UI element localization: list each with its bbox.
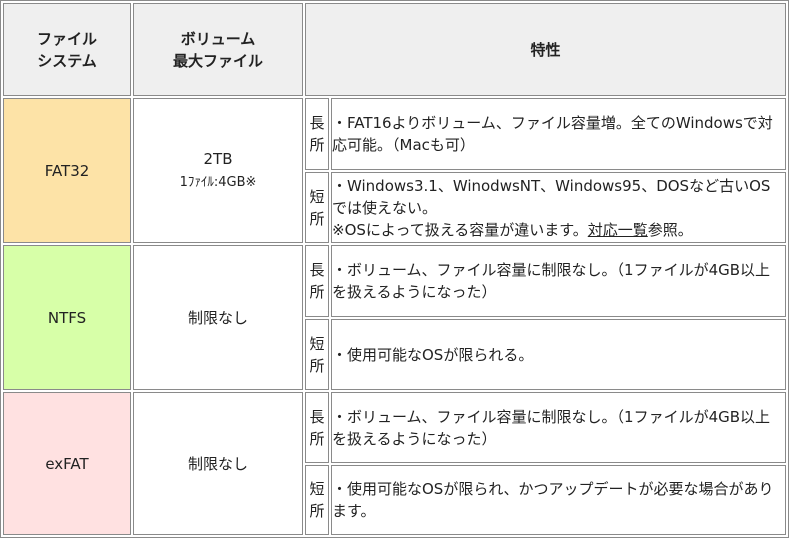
demerit-label-2: 所: [309, 502, 325, 520]
demerit-label-1: 短: [309, 480, 325, 498]
header-row: ファイル システム ボリューム 最大ファイル 特性: [3, 3, 786, 96]
header-volume: ボリューム 最大ファイル: [133, 3, 303, 96]
header-volume-line1: ボリューム: [180, 29, 256, 48]
header-volume-line2: 最大ファイル: [172, 51, 263, 70]
merit-label-1: 長: [309, 407, 325, 426]
volume-limit: 制限なし: [133, 392, 303, 535]
header-filesystem-line1: ファイル: [36, 29, 97, 48]
header-filesystem: ファイル システム: [3, 3, 131, 96]
table-row: NTFS 制限なし 長 所 ・ボリューム、ファイル容量に制限なし。（1ファイルが…: [3, 245, 786, 390]
filesystem-name: exFAT: [3, 392, 131, 535]
demerit-text: ・使用可能なOSが限られ、かつアップデートが必要な場合があります。: [331, 465, 786, 535]
merit-label-1: 長: [309, 114, 325, 132]
merit-label: 長 所: [305, 392, 329, 463]
header-features: 特性: [305, 3, 786, 96]
merit-text: ・FAT16よりボリューム、ファイル容量増。全てのWindowsで対応可能。（M…: [331, 98, 786, 170]
filesystem-name: NTFS: [3, 245, 131, 390]
demerit-text-b: ※OSによって扱える容量が違います。: [332, 220, 588, 239]
demerit-label: 短 所: [305, 465, 329, 535]
demerit-label: 短 所: [305, 319, 329, 390]
merit-label-2: 所: [309, 283, 325, 301]
demerit-label-2: 所: [309, 356, 325, 375]
demerit-text: ・Windows3.1、WinodwsNT、Windows95、DOSなど古いO…: [331, 172, 786, 243]
demerit-text: ・使用可能なOSが限られる。: [331, 319, 786, 390]
demerit-text-a: ・Windows3.1、WinodwsNT、Windows95、DOSなど古いO…: [332, 176, 771, 217]
table-row: FAT32 2TB 1ﾌｧｲﾙ:4GB※ 長 所 ・FAT16よりボリューム、フ…: [3, 98, 786, 243]
volume-value: 2TB: [203, 149, 233, 168]
volume-limit: 制限なし: [133, 245, 303, 390]
merit-label: 長 所: [305, 245, 329, 317]
compatibility-list-link[interactable]: 対応一覧: [588, 221, 648, 239]
demerit-label-1: 短: [309, 187, 325, 206]
demerit-label-1: 短: [309, 334, 325, 353]
file-size-limit: 1ﾌｧｲﾙ:4GB※: [179, 174, 257, 190]
demerit-label-2: 所: [309, 209, 325, 228]
merit-label: 長 所: [305, 98, 329, 170]
merit-label-1: 長: [309, 261, 325, 279]
filesystem-name: FAT32: [3, 98, 131, 243]
merit-text: ・ボリューム、ファイル容量に制限なし。（1ファイルが4GB以上を扱えるようになっ…: [331, 245, 786, 317]
filesystem-comparison-table: ファイル システム ボリューム 最大ファイル 特性 FAT32 2TB 1ﾌｧｲ…: [0, 0, 789, 538]
header-filesystem-line2: システム: [37, 51, 97, 70]
demerit-text-c: 参照。: [647, 220, 693, 239]
demerit-label: 短 所: [305, 172, 329, 243]
volume-limit: 2TB 1ﾌｧｲﾙ:4GB※: [133, 98, 303, 243]
merit-label-2: 所: [309, 136, 325, 154]
merit-text: ・ボリューム、ファイル容量に制限なし。（1ファイルが4GB以上を扱えるようになっ…: [331, 392, 786, 463]
table-row: exFAT 制限なし 長 所 ・ボリューム、ファイル容量に制限なし。（1ファイル…: [3, 392, 786, 535]
merit-label-2: 所: [309, 429, 325, 448]
